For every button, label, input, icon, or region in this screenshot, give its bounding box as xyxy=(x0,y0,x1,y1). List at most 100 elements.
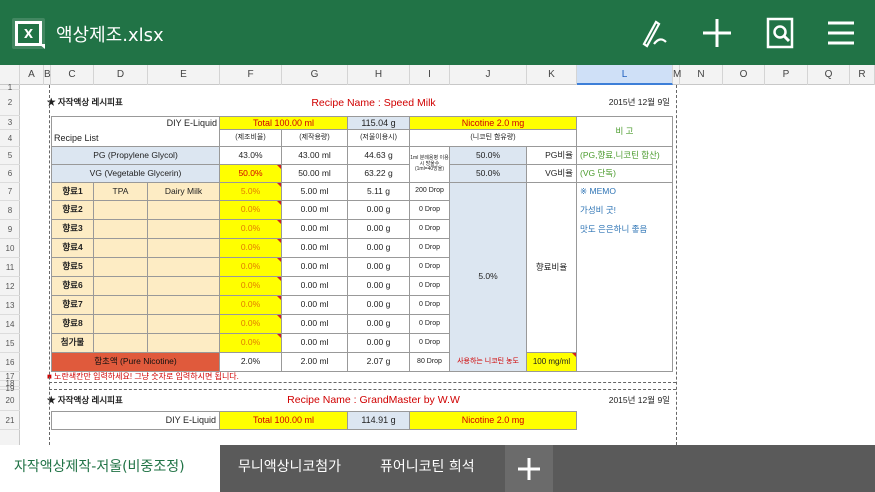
flavor-ratio[interactable]: 0.0% xyxy=(220,277,282,296)
flavor-ratio[interactable]: 0.0% xyxy=(220,220,282,239)
sheet-tab-2[interactable]: 무니액상니코첨가 xyxy=(224,445,355,492)
flavor-volume[interactable]: 5.00 ml xyxy=(282,183,348,201)
flavor-volume[interactable]: 0.00 ml xyxy=(282,258,348,277)
row-header-8[interactable]: 8 xyxy=(0,201,20,220)
row-header-21[interactable]: 21 xyxy=(0,411,20,430)
pg-volume[interactable]: 43.00 ml xyxy=(282,147,348,165)
row-header-11[interactable]: 11 xyxy=(0,258,20,277)
flavor-weight[interactable]: 0.00 g xyxy=(348,239,410,258)
recipe-name[interactable]: Recipe Name : Speed Milk xyxy=(220,90,527,116)
row-header-5[interactable]: 5 xyxy=(0,147,20,165)
flavor-drops[interactable]: 200 Drop xyxy=(410,183,450,201)
subheader-volume[interactable]: (제작용량) xyxy=(282,130,348,147)
total-ml[interactable]: Total 100.00 ml xyxy=(220,116,348,130)
select-all-corner[interactable] xyxy=(0,65,20,85)
flavor-drops[interactable]: 0 Drop xyxy=(410,334,450,353)
sheet-title[interactable]: ★ 자작액상 레시피표 xyxy=(44,90,220,116)
row-header-16[interactable]: 16 xyxy=(0,353,20,372)
row-header-13[interactable]: 13 xyxy=(0,296,20,315)
recipe-date[interactable]: 2015년 12월 9일 xyxy=(527,90,673,116)
flavor-volume[interactable]: 0.00 ml xyxy=(282,277,348,296)
flavor-brand[interactable] xyxy=(94,201,148,220)
flavor-volume[interactable]: 0.00 ml xyxy=(282,220,348,239)
nicotine-strength[interactable]: 100 mg/ml xyxy=(527,353,577,372)
flavor-ratio[interactable]: 0.0% xyxy=(220,334,282,353)
flavor-drops[interactable]: 0 Drop xyxy=(410,220,450,239)
nicotine-strength-label[interactable]: 사용하는 니코틴 농도 xyxy=(450,353,527,372)
flavor-name[interactable]: 향료1 xyxy=(51,183,94,201)
pg-ratio[interactable]: 43.0% xyxy=(220,147,282,165)
column-header-i[interactable]: I xyxy=(410,65,450,85)
flavor-percent[interactable]: 5.0% xyxy=(450,183,527,372)
memo-column[interactable] xyxy=(577,183,673,372)
recipe-date-2[interactable]: 2015년 12월 9일 xyxy=(527,390,673,411)
flavor-brand[interactable] xyxy=(94,220,148,239)
nicotine-ratio[interactable]: 2.0% xyxy=(220,353,282,372)
flavor-name[interactable]: 향료7 xyxy=(51,296,94,315)
vg-ratio-label[interactable]: VG비율 xyxy=(527,165,577,183)
flavor-ratio[interactable]: 0.0% xyxy=(220,258,282,277)
drop-note[interactable]: 1ml 분례용병 이용시 방울수 (1ml=40방울) xyxy=(410,147,450,183)
flavor-type[interactable] xyxy=(148,239,220,258)
flavor-brand[interactable] xyxy=(94,258,148,277)
flavor-name[interactable]: 향료5 xyxy=(51,258,94,277)
pg-memo[interactable]: (PG,향료,니코틴 합산) xyxy=(577,147,673,165)
flavor-drops[interactable]: 0 Drop xyxy=(410,296,450,315)
subheader-scale[interactable]: (저울이용시) xyxy=(348,130,410,147)
add-sheet-icon[interactable] xyxy=(505,445,553,492)
flavor-drops[interactable]: 0 Drop xyxy=(410,239,450,258)
row-header-6[interactable]: 6 xyxy=(0,165,20,183)
flavor-name[interactable]: 향료3 xyxy=(51,220,94,239)
flavor-drops[interactable]: 0 Drop xyxy=(410,258,450,277)
column-header-b[interactable]: B xyxy=(44,65,51,85)
vg-volume[interactable]: 50.00 ml xyxy=(282,165,348,183)
add-icon[interactable] xyxy=(698,14,736,52)
flavor-ratio[interactable]: 5.0% xyxy=(220,183,282,201)
subheader-ratio[interactable]: (제조비율) xyxy=(220,130,282,147)
nicotine-mg[interactable]: Nicotine 2.0 mg xyxy=(410,116,577,130)
column-header-m[interactable]: M xyxy=(673,65,681,85)
flavor-brand[interactable] xyxy=(94,334,148,353)
nicotine-weight[interactable]: 2.07 g xyxy=(348,353,410,372)
flavor-name[interactable]: 향료4 xyxy=(51,239,94,258)
total-weight-2[interactable]: 114.91 g xyxy=(348,411,410,430)
row-header-3[interactable]: 3 xyxy=(0,116,20,130)
recipe-name-2[interactable]: Recipe Name : GrandMaster by W.W xyxy=(220,390,527,411)
column-header-h[interactable]: H xyxy=(348,65,410,85)
row-header-20[interactable]: 20 xyxy=(0,390,20,411)
flavor-weight[interactable]: 0.00 g xyxy=(348,201,410,220)
flavor-type[interactable] xyxy=(148,220,220,239)
flavor-name[interactable]: 첨가물 xyxy=(51,334,94,353)
flavor-type[interactable] xyxy=(148,334,220,353)
spreadsheet-grid[interactable]: ABCDEFGHIJKLMNOPQR 1 2 3 4 5 6 7 8 9 10 11 12 13 14 15… xyxy=(0,65,875,445)
row-header-9[interactable]: 9 xyxy=(0,220,20,239)
flavor-ratio[interactable]: 0.0% xyxy=(220,239,282,258)
flavor-drops[interactable]: 0 Drop xyxy=(410,201,450,220)
flavor-ratio-label[interactable]: 향료비율 xyxy=(527,183,577,353)
row-header-10[interactable]: 10 xyxy=(0,239,20,258)
flavor-type[interactable] xyxy=(148,201,220,220)
column-header-k[interactable]: K xyxy=(527,65,577,85)
nicotine-drops[interactable]: 80 Drop xyxy=(410,353,450,372)
flavor-volume[interactable]: 0.00 ml xyxy=(282,334,348,353)
remarks-header[interactable]: 비 고 xyxy=(577,116,673,147)
flavor-volume[interactable]: 0.00 ml xyxy=(282,201,348,220)
column-header-c[interactable]: C xyxy=(51,65,94,85)
flavor-type[interactable]: Dairy Milk xyxy=(148,183,220,201)
vg-label[interactable]: VG (Vegetable Glycerin) xyxy=(51,165,220,183)
flavor-type[interactable] xyxy=(148,277,220,296)
row-header-4[interactable]: 4 xyxy=(0,130,20,147)
menu-icon[interactable] xyxy=(822,14,860,52)
pg-label[interactable]: PG (Propylene Glycol) xyxy=(51,147,220,165)
pure-nicotine-label[interactable]: 함초액 (Pure Nicotine) xyxy=(51,353,220,372)
flavor-name[interactable]: 향료6 xyxy=(51,277,94,296)
row-header-7[interactable]: 7 xyxy=(0,183,20,201)
column-header-d[interactable]: D xyxy=(94,65,148,85)
flavor-weight[interactable]: 0.00 g xyxy=(348,258,410,277)
document-title[interactable]: 액상제조.xlsx xyxy=(56,21,164,47)
column-header-q[interactable]: Q xyxy=(808,65,850,85)
vg-memo[interactable]: (VG 단독) xyxy=(577,165,673,183)
flavor-ratio[interactable]: 0.0% xyxy=(220,296,282,315)
flavor-type[interactable] xyxy=(148,315,220,334)
pg-ratio-label[interactable]: PG비율 xyxy=(527,147,577,165)
